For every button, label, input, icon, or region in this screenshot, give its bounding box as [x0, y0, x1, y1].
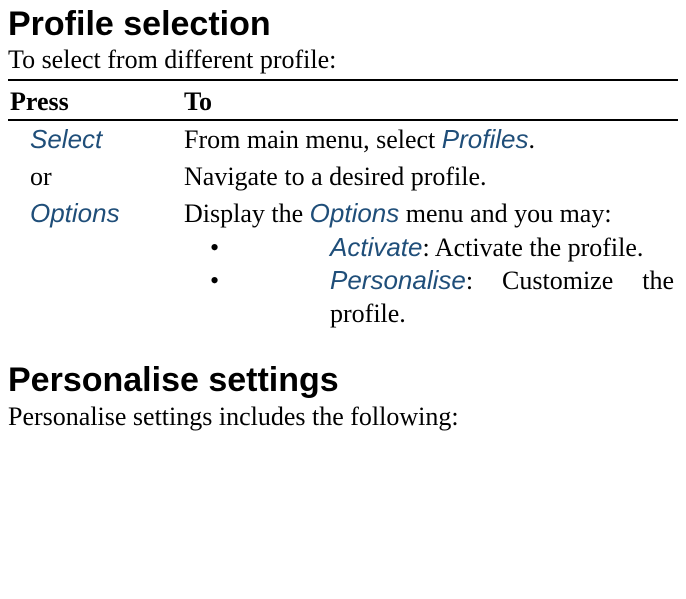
to-cell: From main menu, select Profiles.	[182, 120, 678, 159]
personalise-settings-heading: Personalise settings	[8, 362, 678, 399]
personalise-settings-subtitle: Personalise settings includes the follow…	[8, 402, 678, 432]
table-row: Options Display the Options menu and you…	[8, 195, 678, 332]
profile-selection-subtitle: To select from different profile:	[8, 45, 678, 75]
table-row: Select From main menu, select Profiles.	[8, 120, 678, 159]
to-cell: Navigate to a desired profile.	[182, 159, 678, 196]
table-row: or Navigate to a desired profile.	[8, 159, 678, 196]
col-header-press: Press	[8, 85, 182, 120]
options-link: Options	[310, 198, 400, 228]
personalise-link: Personalise	[330, 265, 466, 295]
text: From main menu, select	[184, 125, 442, 154]
press-options: Options	[30, 198, 120, 228]
bullet-icon: •	[210, 232, 330, 265]
activate-link: Activate	[330, 232, 423, 262]
col-header-to: To	[182, 85, 678, 120]
divider	[8, 79, 678, 81]
profile-selection-heading: Profile selection	[8, 6, 678, 43]
text: : Activate the profile.	[423, 233, 644, 262]
text: menu and you may:	[399, 199, 611, 228]
list-item: •Activate: Activate the profile.	[210, 231, 674, 265]
bullet-icon: •	[210, 265, 330, 298]
text: Display the	[184, 199, 310, 228]
to-cell: Display the Options menu and you may: •A…	[182, 195, 678, 332]
list-item: •Personalise: Customize the profile.	[210, 264, 674, 330]
press-to-table: Press To Select From main menu, select P…	[8, 85, 678, 332]
text: .	[528, 125, 535, 154]
press-select: Select	[30, 124, 102, 154]
profiles-link: Profiles	[442, 124, 529, 154]
press-or: or	[30, 162, 52, 191]
